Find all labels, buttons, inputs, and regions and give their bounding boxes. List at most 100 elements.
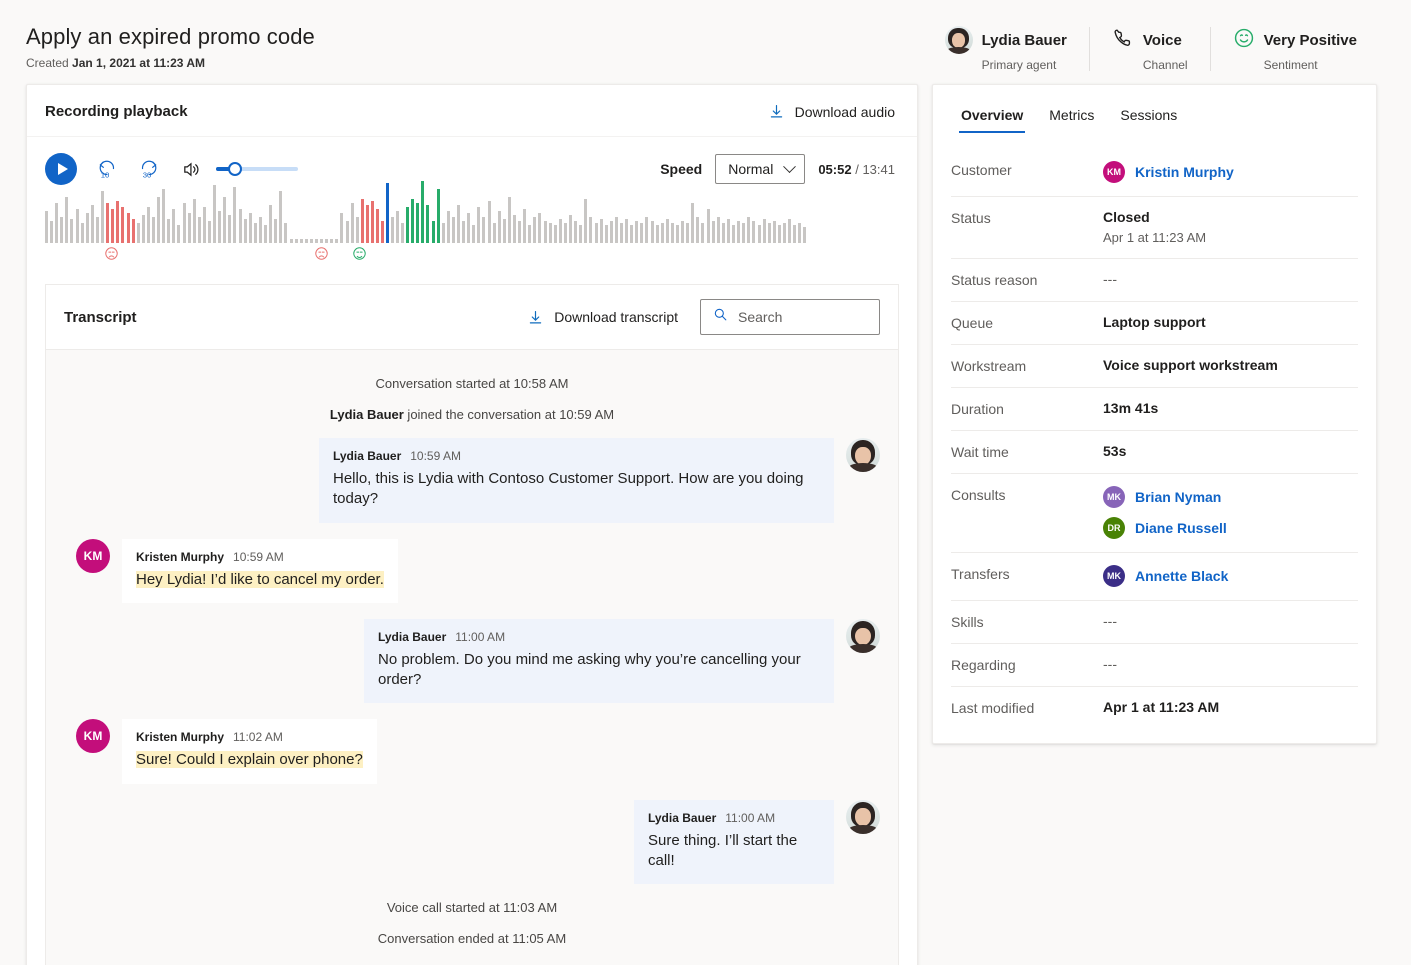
person-entry[interactable]: DR Diane Russell bbox=[1103, 517, 1227, 539]
detail-label: Regarding bbox=[951, 656, 1103, 673]
waveform-bar bbox=[284, 223, 287, 243]
waveform-area[interactable] bbox=[27, 193, 917, 284]
waveform-bar bbox=[274, 219, 277, 243]
avatar: DR bbox=[1103, 517, 1125, 539]
waveform-bar bbox=[86, 213, 89, 243]
recording-playback-title: Recording playback bbox=[45, 103, 188, 120]
waveform-bar bbox=[81, 223, 84, 243]
message-author: Lydia Bauer bbox=[333, 449, 401, 463]
created-value: Jan 1, 2021 at 11:23 AM bbox=[72, 56, 205, 70]
waveform-bar bbox=[305, 239, 308, 243]
message-text-span: No problem. Do you mind me asking why yo… bbox=[378, 651, 801, 688]
detail-label: Status reason bbox=[951, 271, 1103, 288]
detail-people: KMKristin Murphy bbox=[1103, 161, 1234, 183]
speed-select[interactable]: Normal bbox=[715, 154, 805, 184]
waveform-bar bbox=[747, 217, 750, 243]
detail-label: Last modified bbox=[951, 699, 1103, 716]
waveform-bar bbox=[406, 207, 409, 243]
transcript-message-cust: KM Kristen Murphy11:02 AM Sure! Could I ex… bbox=[64, 719, 880, 783]
transcript-search-input[interactable] bbox=[738, 309, 867, 325]
rewind-10-button[interactable]: 10 bbox=[95, 157, 119, 181]
play-button[interactable] bbox=[45, 153, 77, 185]
detail-label: Wait time bbox=[951, 443, 1103, 460]
detail-row: Duration13m 41s bbox=[951, 388, 1358, 431]
detail-value-with-sub: ClosedApr 1 at 11:23 AM bbox=[1103, 209, 1206, 245]
waveform-bar bbox=[559, 219, 562, 243]
waveform-bar bbox=[442, 223, 445, 243]
waveform-bars[interactable] bbox=[45, 197, 899, 243]
waveform-bar bbox=[228, 215, 231, 243]
waveform-bar bbox=[376, 209, 379, 243]
waveform-bar bbox=[233, 187, 236, 243]
person-link[interactable]: Kristin Murphy bbox=[1135, 164, 1234, 180]
download-audio-button[interactable]: Download audio bbox=[768, 103, 895, 120]
download-audio-label: Download audio bbox=[795, 104, 895, 120]
waveform-bar bbox=[803, 227, 806, 243]
waveform-bar bbox=[620, 223, 623, 243]
transcript-message-agent: Lydia Bauer11:00 AMNo problem. Do you mi… bbox=[64, 619, 880, 704]
transcript-header: Transcript Download transcript bbox=[46, 285, 898, 350]
tab-overview[interactable]: Overview bbox=[951, 99, 1033, 133]
message-text: Sure thing. I’ll start the call! bbox=[648, 831, 820, 872]
waveform-bar bbox=[528, 225, 531, 243]
meta-sentiment-name: Very Positive bbox=[1264, 32, 1357, 49]
message-bubble: Lydia Bauer11:00 AMNo problem. Do you mi… bbox=[364, 619, 834, 704]
waveform-bar bbox=[121, 207, 124, 243]
detail-row: QueueLaptop support bbox=[951, 302, 1358, 345]
tab-sessions[interactable]: Sessions bbox=[1110, 99, 1187, 133]
recording-playback-card: Recording playback Download audio bbox=[26, 84, 918, 965]
waveform-bar bbox=[477, 207, 480, 243]
waveform-bar bbox=[752, 221, 755, 243]
download-icon bbox=[768, 103, 785, 120]
waveform-bar bbox=[310, 239, 313, 243]
person-link[interactable]: Annette Black bbox=[1135, 568, 1228, 584]
message-text-span: Sure! Could I explain over phone? bbox=[136, 751, 363, 768]
waveform-bar bbox=[788, 219, 791, 243]
waveform-bar bbox=[147, 207, 150, 243]
volume-slider[interactable] bbox=[216, 159, 298, 179]
transcript-message-agent: Lydia Bauer10:59 AM Hello, this is Lydia … bbox=[64, 438, 880, 523]
transcript-search-box[interactable] bbox=[700, 299, 880, 335]
waveform-bar bbox=[691, 203, 694, 243]
tab-metrics[interactable]: Metrics bbox=[1039, 99, 1104, 133]
person-entry[interactable]: MKAnnette Black bbox=[1103, 565, 1228, 587]
waveform-bar bbox=[320, 239, 323, 243]
total-time: 13:41 bbox=[862, 162, 895, 177]
person-entry[interactable]: KMKristin Murphy bbox=[1103, 161, 1234, 183]
message-header: Kristen Murphy11:02 AM bbox=[136, 730, 363, 744]
transcript-system-line: Voice call started at 11:03 AM bbox=[64, 900, 880, 915]
customer-avatar: KM bbox=[76, 719, 110, 753]
person-link[interactable]: Diane Russell bbox=[1135, 520, 1227, 536]
waveform-bar bbox=[208, 221, 211, 243]
waveform-bar bbox=[707, 209, 710, 243]
transcript-card: Transcript Download transcript bbox=[45, 284, 899, 965]
waveform-sentiment-positive-icon bbox=[352, 246, 367, 261]
waveform-bar bbox=[584, 199, 587, 243]
waveform-bar bbox=[518, 221, 521, 243]
waveform-bar bbox=[635, 221, 638, 243]
waveform-bar bbox=[676, 225, 679, 243]
download-transcript-button[interactable]: Download transcript bbox=[527, 309, 678, 326]
message-text-span: Hey Lydia! I’d like to cancel my order. bbox=[136, 571, 384, 588]
forward-30-button[interactable]: 30 bbox=[137, 157, 161, 181]
person-link[interactable]: Brian Nyman bbox=[1135, 489, 1221, 505]
person-entry[interactable]: MKBrian Nyman bbox=[1103, 486, 1227, 508]
waveform-sentiment-negative-icon bbox=[104, 246, 119, 261]
waveform-bar bbox=[717, 217, 720, 243]
detail-row: WorkstreamVoice support workstream bbox=[951, 345, 1358, 388]
customer-avatar: KM bbox=[76, 539, 110, 573]
detail-row: CustomerKMKristin Murphy bbox=[951, 149, 1358, 197]
message-header: Lydia Bauer10:59 AM bbox=[333, 449, 820, 463]
detail-label: Duration bbox=[951, 400, 1103, 417]
waveform-bar bbox=[513, 215, 516, 243]
message-header: Kristen Murphy10:59 AM bbox=[136, 550, 384, 564]
waveform-bar bbox=[661, 223, 664, 243]
message-text: Hey Lydia! I’d like to cancel my order. bbox=[136, 570, 384, 590]
waveform-bar bbox=[447, 211, 450, 243]
message-text-span: Hello, this is Lydia with Contoso Custom… bbox=[333, 470, 804, 507]
detail-row: Wait time53s bbox=[951, 431, 1358, 474]
volume-icon[interactable] bbox=[181, 159, 202, 180]
volume-thumb[interactable] bbox=[228, 162, 242, 176]
detail-row: ConsultsMKBrian NymanDRDiane Russell bbox=[951, 474, 1358, 553]
waveform-bar bbox=[645, 217, 648, 243]
